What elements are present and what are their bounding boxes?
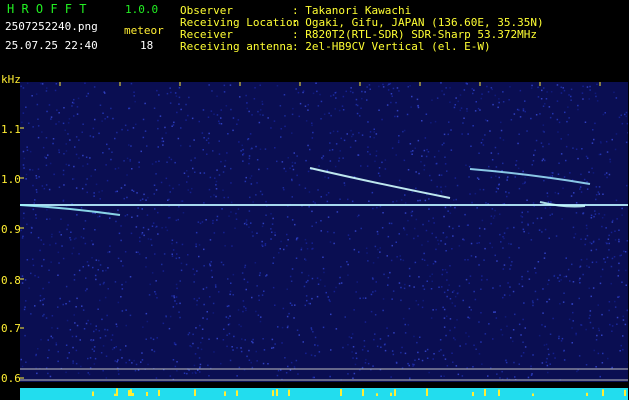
freq-tick: 0.7 bbox=[1, 322, 21, 335]
freq-unit: kHz bbox=[1, 73, 21, 86]
freq-tick: 1.0 bbox=[1, 173, 21, 186]
spectrogram bbox=[20, 82, 628, 400]
freq-tick: 0.6 bbox=[1, 372, 21, 385]
freq-tick: 1.1 bbox=[1, 123, 21, 136]
detection-count: 18 bbox=[140, 39, 154, 52]
timestamp: 25.07.25 22:40 bbox=[5, 39, 98, 52]
antenna-value: : 2el-HB9CV Vertical (el. E-W) bbox=[292, 40, 491, 53]
antenna-key: Receiving antenna bbox=[180, 40, 293, 53]
power-strip bbox=[20, 388, 628, 400]
image-filename: 2507252240.png bbox=[5, 20, 98, 33]
freq-tick: 0.8 bbox=[1, 274, 21, 287]
app-version: 1.0.0 bbox=[125, 3, 159, 16]
station-info: Observer: Takanori Kawachi Receiving Loc… bbox=[180, 5, 544, 53]
app-title: H R O F F T bbox=[7, 2, 87, 16]
freq-tick: 0.9 bbox=[1, 223, 21, 236]
mode-label: meteor bbox=[124, 24, 164, 37]
noise-field bbox=[20, 82, 628, 382]
